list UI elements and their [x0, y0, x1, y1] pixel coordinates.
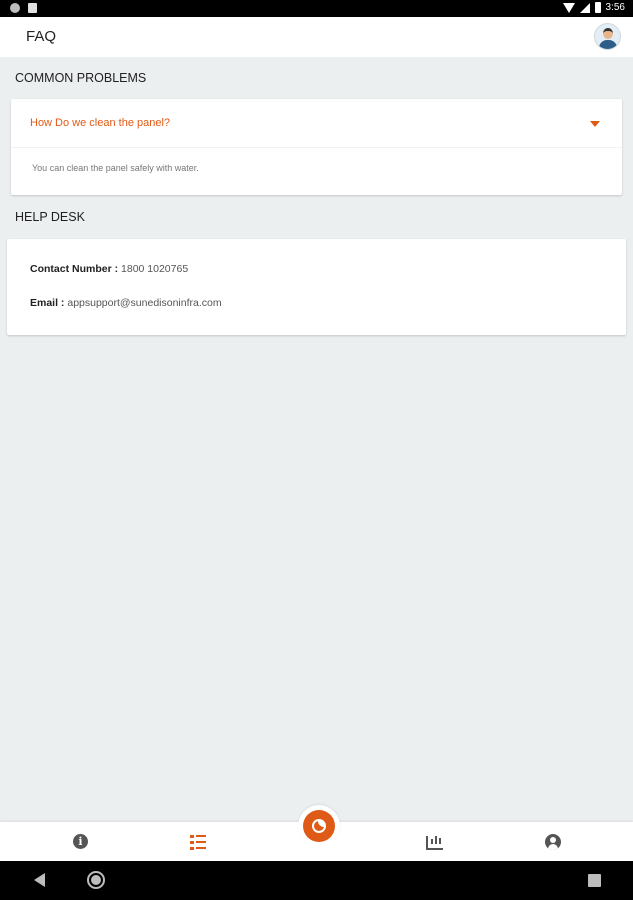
- wifi-icon: [562, 2, 575, 13]
- section-heading-help-desk: HELP DESK: [15, 210, 85, 224]
- faq-question[interactable]: How Do we clean the panel?: [30, 117, 170, 129]
- contact-number-label: Contact Number :: [30, 263, 119, 275]
- bar-chart-icon: [426, 836, 443, 850]
- email-label: Email :: [30, 297, 65, 309]
- signal-icon: [579, 2, 590, 13]
- nav-dashboard[interactable]: [298, 805, 340, 847]
- email-row: Email : appsupport@sunedisoninfra.com: [30, 297, 222, 309]
- system-nav-bar: [0, 861, 633, 900]
- nav-reports[interactable]: [426, 834, 443, 850]
- chevron-down-icon[interactable]: [590, 121, 600, 127]
- avatar[interactable]: [594, 23, 621, 50]
- account-circle-icon: [545, 834, 561, 850]
- page-title: FAQ: [26, 28, 57, 45]
- status-indicators: 3:56: [562, 2, 625, 13]
- app-bar: FAQ: [0, 17, 633, 57]
- status-notifications: [10, 3, 37, 13]
- contact-number-value[interactable]: 1800 1020765: [121, 263, 188, 275]
- status-bar: 3:56: [0, 0, 633, 17]
- avatar-head: [603, 28, 613, 39]
- battery-icon: [594, 2, 601, 13]
- status-time: 3:56: [605, 2, 625, 13]
- nav-faq[interactable]: [190, 834, 206, 850]
- info-icon: i: [73, 834, 88, 849]
- help-desk-card: Contact Number : 1800 1020765 Email : ap…: [7, 239, 626, 335]
- section-heading-common-problems: COMMON PROBLEMS: [15, 71, 147, 85]
- sd-card-icon: [28, 3, 37, 13]
- nav-info[interactable]: i: [73, 834, 89, 850]
- divider: [11, 147, 622, 148]
- back-icon[interactable]: [34, 873, 45, 887]
- faq-answer: You can clean the panel safely with wate…: [32, 163, 199, 173]
- notification-icon: [10, 3, 20, 13]
- gauge-icon: [303, 810, 335, 842]
- recents-icon[interactable]: [588, 874, 601, 887]
- bottom-nav: i: [0, 805, 633, 861]
- contact-number-row: Contact Number : 1800 1020765: [30, 263, 188, 275]
- home-icon[interactable]: [87, 871, 105, 889]
- avatar-body: [599, 40, 617, 49]
- nav-profile[interactable]: [545, 834, 561, 850]
- faq-item[interactable]: How Do we clean the panel? You can clean…: [11, 99, 622, 195]
- email-value[interactable]: appsupport@sunedisoninfra.com: [67, 297, 221, 309]
